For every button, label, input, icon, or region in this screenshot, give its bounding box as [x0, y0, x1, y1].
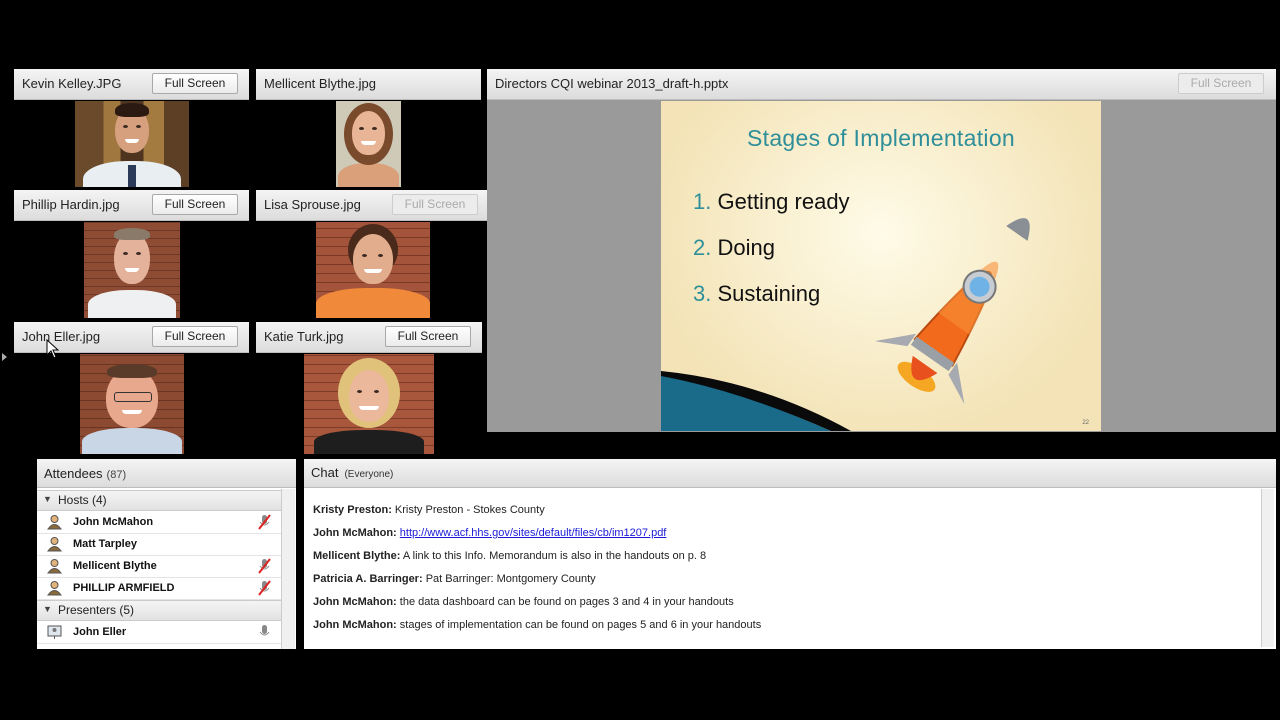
participant-photo [304, 354, 434, 454]
bullet-text: Sustaining [717, 281, 821, 306]
pod-title: John Eller.jpg [22, 329, 101, 344]
group-label: Hosts (4) [58, 493, 107, 507]
microphone-muted-icon [258, 514, 271, 530]
participant-photo [336, 101, 401, 187]
group-label: Presenters (5) [58, 603, 135, 617]
chat-text: Pat Barringer: Montgomery County [425, 573, 596, 585]
full-screen-button[interactable]: Full Screen [152, 73, 238, 94]
chat-text: A link to this Info. Memorandum is also … [402, 550, 707, 562]
slide-title: Stages of Implementation [746, 125, 1016, 151]
chat-text: Kristy Preston - Stokes County [394, 504, 545, 516]
chat-message: Mellicent Blythe: A link to this Info. M… [313, 550, 706, 562]
attendee-row[interactable]: PHILLIP ARMFIELD [37, 578, 281, 600]
pod-title: Kevin Kelley.JPG [22, 76, 122, 91]
microphone-active-icon [259, 625, 270, 636]
slide-bullet: 1. Getting ready [693, 189, 850, 215]
chat-scrollbar[interactable] [1261, 489, 1274, 647]
participant-photo [316, 222, 430, 318]
chat-message: John McMahon: http://www.acf.hhs.gov/sit… [313, 527, 666, 539]
attendees-title: Attendees (87) [44, 466, 127, 481]
chat-sender: Kristy Preston: [313, 504, 392, 516]
video-pod-mellicent-blythe: Mellicent Blythe.jpg [256, 69, 481, 187]
presenter-icon [47, 625, 62, 639]
microphone-muted-icon [258, 580, 271, 596]
slide-bullet: 3. Sustaining [693, 281, 820, 307]
bullet-number: 2. [693, 235, 712, 260]
chat-sender: John McMahon: [313, 596, 397, 608]
collapse-arrow-icon[interactable] [2, 353, 7, 361]
pod-title: Katie Turk.jpg [264, 329, 344, 344]
participant-photo [75, 101, 189, 187]
collapse-triangle-icon[interactable]: ▼ [43, 604, 52, 614]
chat-message: John McMahon: the data dashboard can be … [313, 596, 734, 608]
pod-header: Mellicent Blythe.jpg [256, 69, 481, 100]
pod-title: Mellicent Blythe.jpg [264, 76, 376, 91]
video-pod-phillip-hardin: Phillip Hardin.jpg Full Screen [14, 190, 249, 318]
attendees-scrollbar[interactable] [281, 489, 295, 649]
bullet-number: 1. [693, 189, 712, 214]
group-presenters[interactable]: ▼ Presenters (5) [37, 600, 281, 621]
full-screen-button: Full Screen [1178, 73, 1264, 94]
group-hosts[interactable]: ▼ Hosts (4) [37, 490, 281, 511]
slide-bullet: 2. Doing [693, 235, 775, 261]
attendee-row[interactable]: John McMahon [37, 512, 281, 534]
host-user-icon [47, 581, 62, 596]
video-pod-kevin-kelley: Kevin Kelley.JPG Full Screen [14, 69, 249, 187]
chat-sender: John McMahon: [313, 619, 397, 631]
chat-pod: Chat (Everyone) Kristy Preston: Kristy Pr… [304, 459, 1276, 649]
chat-link[interactable]: http://www.acf.hhs.gov/sites/default/fil… [400, 527, 667, 539]
chat-text: stages of implementation can be found on… [399, 619, 762, 631]
attendees-header: Attendees (87) [37, 459, 296, 488]
chat-title: Chat (Everyone) [311, 465, 394, 480]
attendee-row[interactable]: John Eller [37, 622, 281, 644]
share-pod: Directors CQI webinar 2013_draft-h.pptx … [487, 69, 1276, 432]
attendee-row[interactable]: Matt Tarpley [37, 534, 281, 556]
chat-sender: John McMahon: [313, 527, 397, 539]
bullet-text: Doing [717, 235, 775, 260]
host-user-icon [47, 515, 62, 530]
attendees-count: (87) [106, 469, 127, 481]
pod-header: Directors CQI webinar 2013_draft-h.pptx … [487, 69, 1276, 100]
full-screen-button[interactable]: Full Screen [152, 326, 238, 347]
mouse-pointer-icon [46, 339, 60, 359]
pod-header: Katie Turk.jpg Full Screen [256, 322, 482, 353]
attendee-name: Matt Tarpley [73, 538, 137, 550]
attendee-name: John McMahon [73, 516, 154, 528]
attendee-name: PHILLIP ARMFIELD [73, 582, 175, 594]
chat-header: Chat (Everyone) [304, 459, 1276, 488]
collapse-triangle-icon[interactable]: ▼ [43, 494, 52, 504]
participant-photo [80, 354, 184, 454]
chat-text: the data dashboard can be found on pages… [399, 596, 734, 608]
attendee-row[interactable]: Mellicent Blythe [37, 556, 281, 578]
chat-sender: Mellicent Blythe: [313, 550, 401, 562]
pod-header: Kevin Kelley.JPG Full Screen [14, 69, 249, 100]
pod-header: Lisa Sprouse.jpg Full Screen [256, 190, 487, 221]
full-screen-button[interactable]: Full Screen [152, 194, 238, 215]
presentation-slide: Stages of Implementation 1. Getting read… [661, 101, 1101, 431]
microphone-muted-icon [258, 558, 271, 574]
participant-photo [84, 222, 180, 318]
video-pod-katie-turk: Katie Turk.jpg Full Screen [256, 322, 482, 454]
host-user-icon [47, 537, 62, 552]
bullet-text: Getting ready [717, 189, 850, 214]
full-screen-button[interactable]: Full Screen [385, 326, 471, 347]
attendee-name: John Eller [73, 626, 127, 638]
chat-message: Patricia A. Barringer: Pat Barringer: Mo… [313, 573, 596, 585]
attendees-pod: Attendees (87) ▼ Hosts (4) John McMahon M… [37, 459, 296, 649]
video-pod-lisa-sprouse: Lisa Sprouse.jpg Full Screen [256, 190, 487, 318]
full-screen-button: Full Screen [392, 194, 478, 215]
pod-header: Phillip Hardin.jpg Full Screen [14, 190, 249, 221]
slide-page-number: 22 [1082, 420, 1089, 426]
slide-footer-swoosh [661, 371, 851, 431]
share-pod-title: Directors CQI webinar 2013_draft-h.pptx [495, 76, 729, 91]
host-user-icon [47, 559, 62, 574]
pod-title: Phillip Hardin.jpg [22, 197, 120, 212]
chat-sender: Patricia A. Barringer: [313, 573, 423, 585]
bullet-number: 3. [693, 281, 712, 306]
attendee-name: Mellicent Blythe [73, 560, 157, 572]
pod-title: Lisa Sprouse.jpg [264, 197, 361, 212]
chat-message: Kristy Preston: Kristy Preston - Stokes … [313, 504, 545, 516]
chat-message: John McMahon: stages of implementation c… [313, 619, 761, 631]
chat-audience: (Everyone) [344, 469, 394, 480]
